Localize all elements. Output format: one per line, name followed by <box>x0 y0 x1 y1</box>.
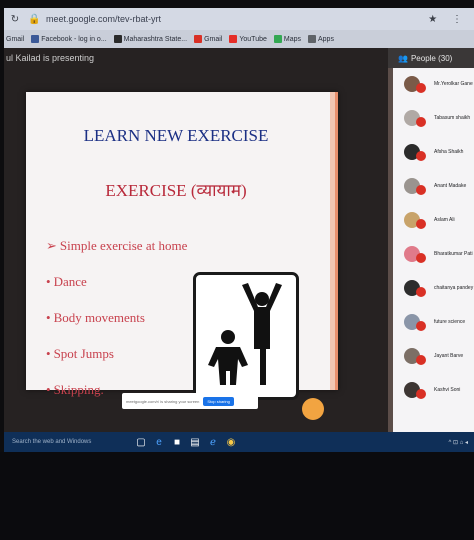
mic-off-icon <box>416 117 426 127</box>
mic-off-icon <box>416 151 426 161</box>
mic-off-icon <box>416 253 426 263</box>
presentation-slide: LEARN NEW EXERCISE EXERCISE (व्यायाम) ➢ S… <box>26 92 338 420</box>
people-count-label: People (30) <box>410 53 453 63</box>
participant-name: Bharatkumar Pati <box>434 251 473 257</box>
lock-icon: 🔒 <box>28 13 41 25</box>
participant-row[interactable]: future science <box>388 310 474 340</box>
participant-row[interactable]: Tabasum shaikh <box>388 106 474 136</box>
mic-off-icon <box>416 287 426 297</box>
participant-row[interactable]: Anant Madake <box>388 174 474 204</box>
participant-name: Tabasum shaikh <box>434 115 471 121</box>
participant-name: Kashvi Soni <box>434 387 461 393</box>
participant-name: Anant Madake <box>434 183 467 189</box>
mic-off-icon <box>416 219 426 229</box>
bookmark-gmail-1[interactable]: Gmail <box>6 36 24 43</box>
participant-row[interactable]: Bharatkumar Pati <box>388 242 474 272</box>
bookmark-gmail-2[interactable]: Gmail <box>194 35 222 43</box>
reload-icon[interactable]: ↻ <box>10 14 20 25</box>
participant-name: Mr.Yerolkar Gane <box>434 81 473 87</box>
participant-row[interactable]: Aslam Ali <box>388 208 474 238</box>
exercise-figures-icon <box>208 283 282 385</box>
participant-name: future science <box>434 319 466 325</box>
participant-name: Jayant Barve <box>434 353 464 359</box>
participant-row[interactable]: Afsha Shaikh <box>388 140 474 170</box>
stop-sharing-button[interactable]: Stop sharing <box>203 396 234 406</box>
bookmark-youtube[interactable]: YouTube <box>229 35 267 43</box>
mic-off-icon <box>416 185 426 195</box>
bullet-item: • Dance <box>46 274 87 289</box>
sharing-notice: meetgoogle.com/r/ is sharing your screen… <box>122 393 258 409</box>
mic-off-icon <box>416 83 426 93</box>
bullet-item: • Spot Jumps <box>46 346 114 361</box>
windows-taskbar: Search the web and Windows ▢ e ■ ▤ ℯ ◉ ^… <box>4 432 474 452</box>
edge-icon[interactable]: e <box>150 437 168 448</box>
mic-off-icon <box>416 355 426 365</box>
mic-off-icon <box>416 321 426 331</box>
participant-row[interactable]: Jayant Barve <box>388 344 474 374</box>
slide-accent-bar <box>335 92 338 390</box>
bookmark-maharashtra[interactable]: Maharashtra State... <box>113 35 187 43</box>
mic-off-icon <box>416 389 426 399</box>
task-view-icon[interactable]: ▢ <box>132 437 150 448</box>
presenting-label: ul Kailad is presenting <box>6 53 95 63</box>
ie-icon[interactable]: ℯ <box>204 437 222 448</box>
url-text[interactable]: meet.google.com/tev-rbat-yrt <box>46 14 420 24</box>
bookmark-facebook[interactable]: Facebook - log in o... <box>31 35 107 43</box>
people-icon: 👥 <box>398 53 408 63</box>
bookmark-apps[interactable]: Apps <box>308 35 334 43</box>
chrome-icon[interactable]: ◉ <box>222 437 240 448</box>
bullet-item: ➢ Simple exercise at home <box>46 238 188 253</box>
address-bar[interactable]: ↻ 🔒 meet.google.com/tev-rbat-yrt ★ ⋮ <box>4 8 474 30</box>
participant-row[interactable]: Kashvi Soni <box>388 378 474 408</box>
bookmark-maps[interactable]: Maps <box>273 35 301 43</box>
system-tray[interactable]: ^ ⊡ ⌂ ◂ <box>449 439 474 446</box>
slide-title: LEARN NEW EXERCISE <box>83 126 269 145</box>
screen: ↻ 🔒 meet.google.com/tev-rbat-yrt ★ ⋮ Gma… <box>4 8 474 452</box>
bookmarks-bar: Gmail Facebook - log in o... Maharashtra… <box>4 30 474 48</box>
files-icon[interactable]: ▤ <box>186 437 204 448</box>
participant-row[interactable]: Mr.Yerolkar Gane <box>388 72 474 102</box>
people-panel: 👥 People (30) Mr.Yerolkar Gane Tabasum s… <box>388 48 474 432</box>
slide-subtitle: EXERCISE (व्यायाम) <box>105 181 247 200</box>
sharing-notice-text: meetgoogle.com/r/ is sharing your screen <box>126 398 200 404</box>
taskbar-search[interactable]: Search the web and Windows <box>4 439 132 445</box>
people-header[interactable]: 👥 People (30) <box>388 48 474 68</box>
bullet-item: • Body movements <box>46 310 145 325</box>
store-icon[interactable]: ■ <box>168 437 186 448</box>
monitor-bezel <box>0 452 474 540</box>
participant-name: chaitanya pandey <box>434 285 474 291</box>
participant-row[interactable]: chaitanya pandey <box>388 276 474 306</box>
participant-name: Aslam Ali <box>434 217 455 223</box>
browser-actions[interactable]: ★ ⋮ <box>428 14 468 25</box>
exercise-pictogram <box>193 272 299 400</box>
bullet-item: • Skipping. <box>46 382 104 397</box>
slide-pointer-dot <box>302 398 324 420</box>
participant-name: Afsha Shaikh <box>434 149 464 155</box>
